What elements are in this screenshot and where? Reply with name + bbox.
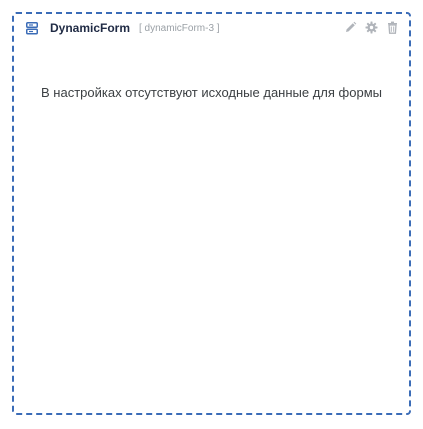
- form-icon: [26, 22, 38, 36]
- widget-title: DynamicForm: [50, 21, 131, 35]
- widget-id-label: [ dynamicForm-3 ]: [139, 23, 220, 34]
- empty-state-message: В настройках отсутствуют исходные данные…: [41, 85, 382, 100]
- widget-actions: [344, 21, 399, 34]
- dynamic-form-widget[interactable]: DynamicForm [ dynamicForm-3 ] В настройк…: [12, 12, 411, 415]
- widget-header: DynamicForm [ dynamicForm-3 ]: [14, 14, 409, 44]
- trash-icon[interactable]: [386, 21, 399, 34]
- gear-icon[interactable]: [365, 21, 378, 34]
- pencil-icon[interactable]: [344, 21, 357, 34]
